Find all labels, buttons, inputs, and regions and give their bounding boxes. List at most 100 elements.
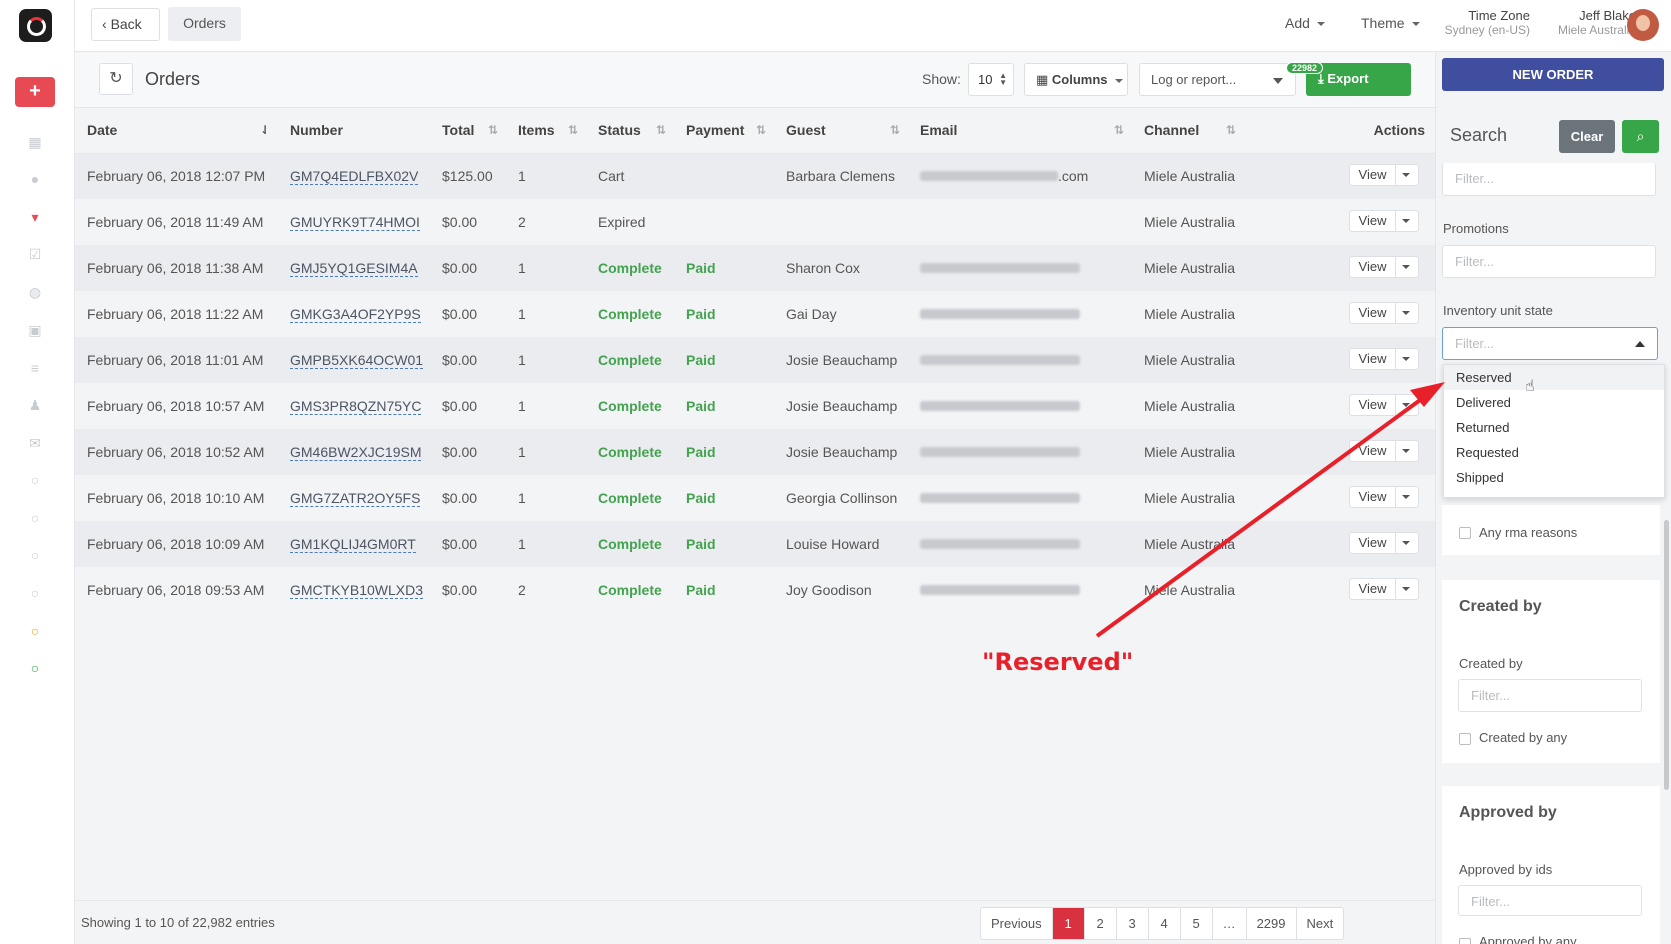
- circle-icon[interactable]: ○: [27, 511, 43, 525]
- actions-dropdown-icon[interactable]: [1402, 494, 1410, 499]
- view-button[interactable]: View: [1350, 348, 1396, 369]
- option-returned[interactable]: Returned: [1444, 415, 1664, 440]
- actions-dropdown-icon[interactable]: [1402, 218, 1410, 223]
- view-button[interactable]: View: [1350, 532, 1396, 553]
- chevron-up-icon: [1635, 341, 1645, 347]
- any-rma-checkbox[interactable]: [1459, 527, 1471, 539]
- approved-by-any-label: Approved by any: [1479, 934, 1577, 944]
- actions-dropdown-icon[interactable]: [1402, 448, 1410, 453]
- page-3[interactable]: 3: [1117, 908, 1149, 939]
- customers-icon[interactable]: ●: [27, 172, 43, 186]
- user-menu[interactable]: Jeff Blake Miele Australia: [1540, 8, 1636, 38]
- col-items[interactable]: Items ⇅: [506, 108, 586, 154]
- user-icon[interactable]: ♟: [27, 398, 43, 412]
- col-guest[interactable]: Guest ⇅: [774, 108, 908, 154]
- log-report-select[interactable]: Log or report...: [1139, 63, 1296, 96]
- actions-dropdown-icon[interactable]: [1402, 310, 1410, 315]
- circle-icon[interactable]: ○: [27, 548, 43, 562]
- breadcrumb-orders[interactable]: Orders: [168, 7, 241, 41]
- option-reserved[interactable]: Reserved: [1444, 365, 1664, 390]
- timezone-selector[interactable]: Time Zone Sydney (en-US): [1437, 8, 1530, 38]
- page-next[interactable]: Next: [1297, 908, 1344, 939]
- theme-dropdown[interactable]: Theme: [1361, 15, 1420, 31]
- cell-total: $0.00: [430, 337, 506, 383]
- circle-orange-icon[interactable]: ○: [27, 624, 43, 638]
- mail-icon[interactable]: ✉: [27, 436, 43, 450]
- view-button[interactable]: View: [1350, 210, 1396, 231]
- circle-icon[interactable]: ○: [27, 586, 43, 600]
- col-payment[interactable]: Payment ⇅: [674, 108, 774, 154]
- quick-add-button[interactable]: +: [15, 77, 55, 107]
- order-number-link[interactable]: GM1KQLIJ4GM0RT: [290, 536, 416, 553]
- actions-dropdown-icon[interactable]: [1402, 586, 1410, 591]
- page-previous[interactable]: Previous: [981, 908, 1053, 939]
- page-2[interactable]: 2: [1085, 908, 1117, 939]
- order-number-link[interactable]: GMG7ZATR2OY5FS: [290, 490, 421, 507]
- orders-cart-icon[interactable]: ▾: [27, 210, 43, 224]
- order-number-link[interactable]: GMJ5YQ1GESIM4A: [290, 260, 418, 277]
- created-by-any-checkbox[interactable]: [1459, 733, 1471, 745]
- order-number-link[interactable]: GMS3PR8QZN75YC: [290, 398, 422, 415]
- option-delivered[interactable]: Delivered: [1444, 390, 1664, 415]
- tasks-icon[interactable]: ☑: [27, 247, 43, 261]
- order-number-link[interactable]: GM7Q4EDLFBX02V: [290, 168, 419, 186]
- order-number-link[interactable]: GMPB5XK64OCW01: [290, 352, 424, 369]
- option-shipped[interactable]: Shipped: [1444, 465, 1664, 490]
- col-total[interactable]: Total ⇅: [430, 108, 506, 154]
- calendar-icon[interactable]: ▦: [27, 135, 43, 149]
- table-row: February 06, 2018 11:38 AM GMJ5YQ1GESIM4A…: [75, 245, 1435, 291]
- order-number-link[interactable]: GM46BW2XJC19SM: [290, 444, 422, 461]
- actions-dropdown-icon[interactable]: [1402, 540, 1410, 545]
- page-4[interactable]: 4: [1149, 908, 1181, 939]
- filter-input[interactable]: Filter...: [1442, 163, 1656, 196]
- approved-by-title: Approved by: [1459, 804, 1557, 821]
- search-button[interactable]: ⌕: [1622, 120, 1659, 153]
- circle-icon[interactable]: ○: [27, 473, 43, 487]
- order-number-link[interactable]: GMKG3A4OF2YP9S: [290, 306, 421, 323]
- actions-dropdown-icon[interactable]: [1402, 264, 1410, 269]
- inventory-state-select[interactable]: Filter...: [1442, 327, 1658, 360]
- col-email[interactable]: Email ⇅: [908, 108, 1132, 154]
- view-button[interactable]: View: [1350, 486, 1396, 507]
- log-report-placeholder: Log or report...: [1151, 72, 1237, 87]
- col-status[interactable]: Status ⇅: [586, 108, 674, 154]
- avatar[interactable]: [1627, 9, 1659, 41]
- cell-channel: Miele Australia: [1132, 199, 1244, 245]
- order-number-link[interactable]: GMUYRK9T74HMOI: [290, 214, 420, 231]
- actions-dropdown-icon[interactable]: [1402, 172, 1410, 177]
- back-button[interactable]: ‹ Back: [91, 8, 160, 41]
- app-logo[interactable]: [19, 9, 52, 42]
- new-order-button[interactable]: NEW ORDER: [1442, 58, 1664, 91]
- sidebar-scrollbar[interactable]: [1664, 520, 1669, 790]
- approved-by-filter-input[interactable]: Filter...: [1458, 885, 1642, 916]
- page-size-select[interactable]: 10 ▲ ▼: [968, 63, 1014, 96]
- col-channel[interactable]: Channel ⇅: [1132, 108, 1244, 154]
- order-number-link[interactable]: GMCTKYB10WLXD3: [290, 582, 424, 599]
- gift-icon[interactable]: ▣: [27, 323, 43, 337]
- page-5[interactable]: 5: [1181, 908, 1213, 939]
- created-by-filter-input[interactable]: Filter...: [1458, 679, 1642, 712]
- approved-by-any-checkbox[interactable]: [1459, 938, 1471, 944]
- promotions-filter-input[interactable]: Filter...: [1442, 245, 1656, 278]
- view-button[interactable]: View: [1350, 578, 1396, 599]
- cell-email: [908, 383, 1132, 429]
- view-button[interactable]: View: [1350, 394, 1396, 415]
- add-dropdown[interactable]: Add: [1285, 15, 1325, 31]
- option-requested[interactable]: Requested: [1444, 440, 1664, 465]
- page-title: Orders: [145, 69, 201, 89]
- list-icon[interactable]: ≡: [27, 361, 43, 375]
- page-1[interactable]: 1: [1052, 908, 1085, 939]
- globe-icon[interactable]: ◍: [27, 285, 43, 299]
- col-date[interactable]: Date ⇃: [75, 108, 278, 154]
- clear-button[interactable]: Clear: [1559, 120, 1615, 153]
- actions-dropdown-icon[interactable]: [1402, 356, 1410, 361]
- view-button[interactable]: View: [1350, 440, 1396, 461]
- columns-button[interactable]: ▦ Columns: [1024, 63, 1128, 96]
- view-button[interactable]: View: [1350, 302, 1396, 323]
- actions-dropdown-icon[interactable]: [1402, 402, 1410, 407]
- view-button[interactable]: View: [1350, 256, 1396, 277]
- page-last[interactable]: 2299: [1247, 908, 1297, 939]
- view-button[interactable]: View: [1350, 164, 1396, 185]
- circle-green-icon[interactable]: ○: [27, 661, 43, 675]
- refresh-button[interactable]: ↻: [99, 63, 133, 95]
